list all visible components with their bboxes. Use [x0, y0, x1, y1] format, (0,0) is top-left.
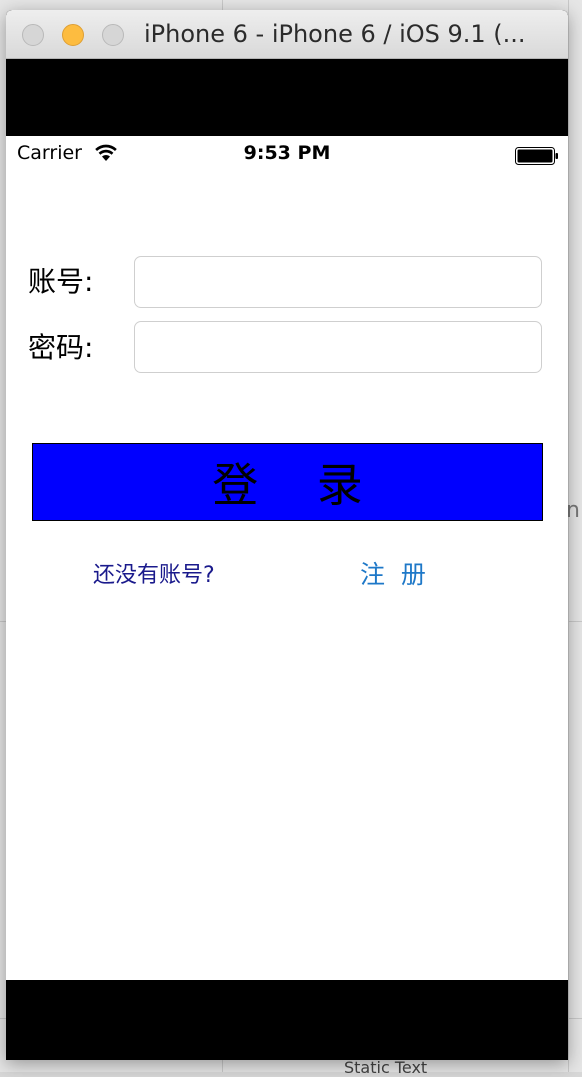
account-label: 账号: — [28, 265, 94, 298]
password-label: 密码: — [28, 331, 94, 364]
password-input[interactable] — [134, 321, 542, 373]
no-account-prompt: 还没有账号? — [93, 563, 215, 588]
status-time: 9:53 PM — [243, 142, 331, 164]
close-window-button[interactable] — [22, 24, 44, 46]
simulator-window: iPhone 6 - iPhone 6 / iOS 9.1 (... Carri… — [6, 10, 568, 1060]
minimize-window-button[interactable] — [62, 24, 84, 46]
device-screen: Carrier 9:53 PM 账号: 密码: 登 录 还没有账号? 注 册 — [6, 136, 568, 980]
zoom-window-button[interactable] — [102, 24, 124, 46]
backdrop-peek-text: Static Text — [344, 1058, 428, 1077]
status-bar: Carrier 9:53 PM — [6, 136, 568, 172]
window-title: iPhone 6 - iPhone 6 / iOS 9.1 (... — [144, 20, 526, 48]
backdrop-divider — [568, 0, 569, 1072]
register-button[interactable]: 注 册 — [360, 555, 426, 591]
battery-icon — [515, 147, 558, 165]
login-button[interactable]: 登 录 — [32, 443, 543, 521]
window-titlebar[interactable]: iPhone 6 - iPhone 6 / iOS 9.1 (... — [6, 10, 568, 59]
backdrop-peek-letter: n — [566, 498, 580, 523]
account-input[interactable] — [134, 256, 542, 308]
device-bottom-bezel — [6, 980, 568, 1060]
